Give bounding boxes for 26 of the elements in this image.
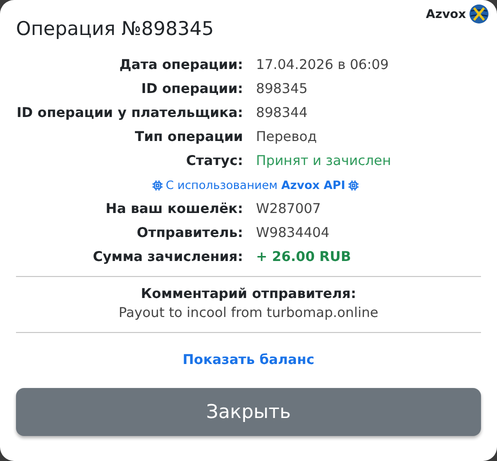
field-label: Тип операции [134, 128, 243, 147]
field-label: Сумма зачисления: [92, 248, 243, 267]
chip-icon [348, 180, 360, 191]
dialog-title: Операция №898345 [16, 18, 215, 40]
field-value: W287007 [256, 200, 322, 219]
field-value: Перевод [256, 128, 318, 147]
globe-logo-icon [469, 4, 489, 24]
field-value: 17.04.2026 в 06:09 [256, 56, 390, 75]
field-value: W9834404 [256, 224, 330, 243]
brand-name: Azvox [426, 7, 466, 21]
comment-text: Payout to incool from turbomap.online [118, 304, 380, 323]
show-balance-link[interactable]: Показать баланс [182, 352, 314, 368]
field-label: ID операции у плательщика: [16, 104, 243, 123]
field-value: 898345 [256, 80, 309, 99]
chip-icon [152, 180, 163, 191]
field-value: + 26.00 RUB [256, 248, 352, 267]
field-label: ID операции: [140, 80, 243, 99]
field-label: Дата операции: [118, 56, 243, 75]
close-button[interactable]: Закрыть [16, 388, 481, 436]
field-label: На ваш кошелёк: [104, 200, 243, 219]
field-label: Отправитель: [136, 224, 243, 243]
comment-heading: Комментарий отправителя: [140, 285, 358, 304]
field-value: 898344 [256, 104, 309, 123]
api-note: С использованием Azvox API [166, 177, 346, 194]
field-label: Статус: [185, 152, 243, 171]
field-value: Принят и зачислен [256, 152, 392, 171]
